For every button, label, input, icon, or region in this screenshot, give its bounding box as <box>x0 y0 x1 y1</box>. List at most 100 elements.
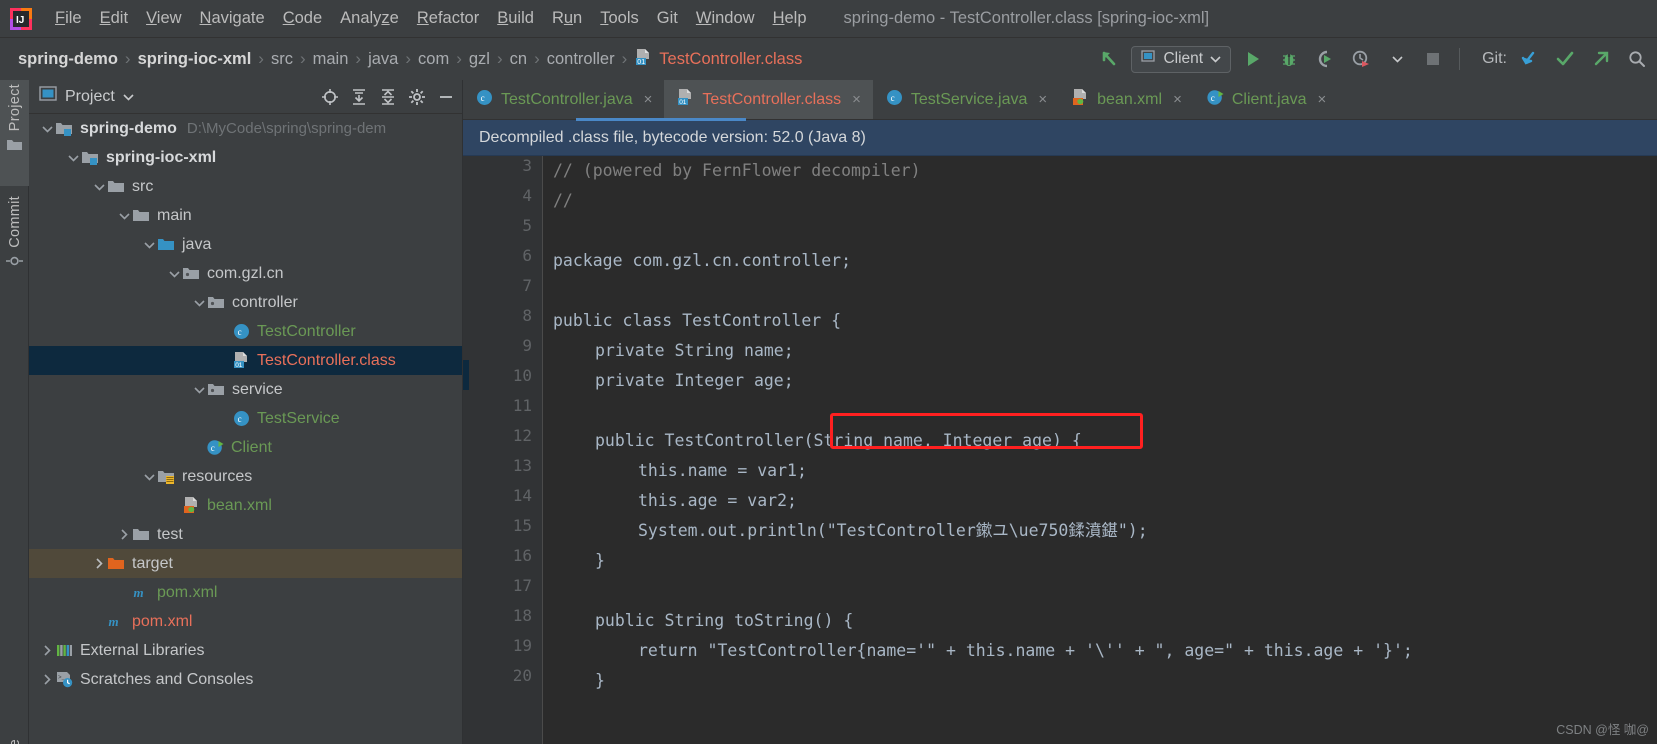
run-config-icon <box>1141 49 1156 69</box>
chevron-right-icon[interactable] <box>116 527 132 543</box>
svg-text:c: c <box>211 443 215 453</box>
chevron-down-icon[interactable] <box>39 121 55 137</box>
tree-row-testcontroller-class[interactable]: 01 TestController.class <box>29 346 462 375</box>
close-icon[interactable]: × <box>1318 91 1327 108</box>
chevron-down-icon[interactable] <box>166 266 182 282</box>
menu-view[interactable]: View <box>137 7 190 30</box>
collapse-all-icon[interactable] <box>378 87 398 107</box>
close-icon[interactable]: × <box>1173 91 1182 108</box>
run-configuration-selector[interactable]: Client <box>1131 45 1232 73</box>
breadcrumb-item-com[interactable]: com <box>412 50 455 69</box>
chevron-down-icon[interactable] <box>191 295 207 311</box>
menu-refactor[interactable]: Refactor <box>408 7 488 30</box>
tree-row-package-controller[interactable]: controller <box>29 288 462 317</box>
tree-row-target[interactable]: target <box>29 549 462 578</box>
tree-row-spring-demo[interactable]: spring-demo D:\MyCode\spring\spring-dem <box>29 114 462 143</box>
menu-code[interactable]: Code <box>274 7 331 30</box>
breadcrumb-item-spring-demo[interactable]: spring-demo <box>12 50 124 69</box>
breadcrumb-item-cn[interactable]: cn <box>504 50 533 69</box>
editor-tab-testcontroller-java[interactable]: c TestController.java × <box>463 80 664 119</box>
java-runnable-class-icon: c <box>206 438 225 457</box>
stop-square-icon[interactable] <box>1419 45 1447 73</box>
breadcrumb-item-java[interactable]: java <box>362 50 404 69</box>
tree-row-resources[interactable]: resources <box>29 462 462 491</box>
search-everywhere-icon[interactable] <box>1623 45 1651 73</box>
editor-tab-client-java[interactable]: c Client.java × <box>1194 80 1338 119</box>
breadcrumb-item-spring-ioc-xml[interactable]: spring-ioc-xml <box>132 50 258 69</box>
close-icon[interactable]: × <box>1038 91 1047 108</box>
hide-panel-icon[interactable] <box>436 87 456 107</box>
tree-row-client[interactable]: c Client <box>29 433 462 462</box>
chevron-down-icon[interactable] <box>123 88 134 106</box>
editor-tab-label: TestService.java <box>910 90 1028 108</box>
arrow-up-left-icon[interactable] <box>1095 45 1123 73</box>
settings-gear-icon[interactable] <box>407 87 427 107</box>
chevron-down-icon[interactable] <box>65 150 81 166</box>
breadcrumb-item-main[interactable]: main <box>307 50 355 69</box>
project-tree[interactable]: spring-demo D:\MyCode\spring\spring-dem … <box>29 114 462 744</box>
profiler-icon[interactable] <box>1347 45 1375 73</box>
breadcrumb-item-testcontroller-class[interactable]: 01 TestController.class <box>628 47 808 71</box>
run-play-icon[interactable] <box>1239 45 1267 73</box>
tree-row-spring-ioc-xml[interactable]: spring-ioc-xml <box>29 143 462 172</box>
tree-row-pom-xml-root[interactable]: m pom.xml <box>29 607 462 636</box>
close-icon[interactable]: × <box>644 91 653 108</box>
tool-tab-project[interactable]: Project <box>0 80 29 186</box>
tree-row-bean-xml[interactable]: bean.xml <box>29 491 462 520</box>
menu-run[interactable]: Run <box>543 7 591 30</box>
menu-file[interactable]: File <box>46 7 91 30</box>
menu-edit[interactable]: Edit <box>91 7 137 30</box>
chevron-right-icon[interactable] <box>39 672 55 688</box>
tree-row-scratches-and-consoles[interactable]: >_ Scratches and Consoles <box>29 665 462 694</box>
svg-text:c: c <box>481 93 485 103</box>
debug-bug-icon[interactable] <box>1275 45 1303 73</box>
profiler-chevron-down-icon[interactable] <box>1383 45 1411 73</box>
tree-row-testservice[interactable]: c TestService <box>29 404 462 433</box>
menu-window[interactable]: Window <box>687 7 764 30</box>
tree-row-main[interactable]: main <box>29 201 462 230</box>
tree-row-external-libraries[interactable]: External Libraries <box>29 636 462 665</box>
editor-tab-testservice-java[interactable]: c TestService.java × <box>873 80 1059 119</box>
code-editor[interactable]: 3 4 5 6 7 8 9 10 11 12 13 14 15 16 17 18… <box>463 156 1657 744</box>
editor-tab-bean-xml[interactable]: bean.xml × <box>1059 80 1194 119</box>
breadcrumb-item-gzl[interactable]: gzl <box>463 50 496 69</box>
menu-build[interactable]: Build <box>488 7 543 30</box>
close-icon[interactable]: × <box>852 91 861 108</box>
git-commit-check-icon[interactable] <box>1551 45 1579 73</box>
chevron-down-icon[interactable] <box>116 208 132 224</box>
tool-tab-structure[interactable]: ure <box>0 735 29 744</box>
menu-analyze[interactable]: Analyze <box>331 7 408 30</box>
line-number: 7 <box>522 276 532 295</box>
tree-row-java[interactable]: java <box>29 230 462 259</box>
tree-row-test[interactable]: test <box>29 520 462 549</box>
run-coverage-icon[interactable] <box>1311 45 1339 73</box>
git-update-arrow-icon[interactable] <box>1515 45 1543 73</box>
chevron-down-icon[interactable] <box>191 382 207 398</box>
tree-row-testcontroller[interactable]: c TestController <box>29 317 462 346</box>
code-line: this.name = var1; <box>638 461 807 480</box>
chevron-right-icon[interactable] <box>39 643 55 659</box>
package-icon <box>182 264 201 283</box>
menu-navigate[interactable]: Navigate <box>191 7 274 30</box>
editor-tab-testcontroller-class[interactable]: 01 TestController.class × <box>664 80 873 119</box>
tree-row-src[interactable]: src <box>29 172 462 201</box>
menu-help[interactable]: Help <box>764 7 816 30</box>
tree-label: TestService <box>257 409 340 427</box>
chevron-down-icon[interactable] <box>141 237 157 253</box>
tree-row-pom-xml-module[interactable]: m pom.xml <box>29 578 462 607</box>
breadcrumb-item-controller[interactable]: controller <box>541 50 621 69</box>
select-opened-file-icon[interactable] <box>320 87 340 107</box>
module-folder-icon <box>55 119 74 138</box>
chevron-right-icon[interactable] <box>91 556 107 572</box>
menu-git[interactable]: Git <box>648 7 687 30</box>
git-push-arrow-icon[interactable] <box>1587 45 1615 73</box>
chevron-down-icon[interactable] <box>91 179 107 195</box>
expand-all-icon[interactable] <box>349 87 369 107</box>
chevron-down-icon[interactable] <box>141 469 157 485</box>
code-text[interactable]: // (powered by FernFlower decompiler) //… <box>543 156 1657 744</box>
menu-tools[interactable]: Tools <box>591 7 648 30</box>
tree-row-package-service[interactable]: service <box>29 375 462 404</box>
tree-row-package-com-gzl-cn[interactable]: com.gzl.cn <box>29 259 462 288</box>
breadcrumb-item-src[interactable]: src <box>265 50 299 69</box>
tool-tab-commit[interactable]: Commit <box>0 192 29 294</box>
